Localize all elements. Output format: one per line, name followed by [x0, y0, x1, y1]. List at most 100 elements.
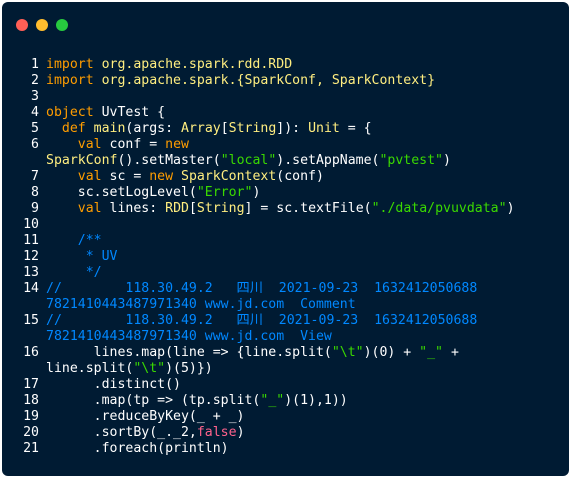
minimize-window-icon[interactable] [36, 19, 48, 31]
code-token: ] = sc.textFile( [244, 201, 372, 216]
code-line: 18 .map(tp => (tp.split("_")(1),1)) [2, 393, 569, 409]
code-token: "pvtest" [379, 153, 444, 168]
line-number: 19 [23, 409, 39, 424]
code-line: 3 [2, 89, 569, 105]
code-text: .sortBy(_._2,false) [46, 425, 245, 441]
line-number: 17 [23, 377, 39, 392]
code-line: 19 .reduceByKey(_ + _) [2, 409, 569, 425]
code-token: false [196, 425, 237, 440]
line-number: 2 [31, 73, 39, 88]
code-token: ) [443, 153, 451, 168]
code-token: "local" [220, 153, 277, 168]
code-token: /** [46, 233, 102, 248]
code-text-continuation: 7821410443487971340 www.jd.com View [46, 329, 332, 345]
code-line: 2 import org.apache.spark.{SparkConf, Spa… [2, 73, 569, 89]
code-text: val conf = new [46, 137, 189, 153]
line-number: 6 [31, 137, 39, 152]
code-line: 9 val lines: RDD[String] = sc.textFile("… [2, 201, 569, 217]
code-token: ]): [276, 121, 309, 136]
code-token: "\t" [133, 361, 166, 376]
code-token: lines.map(line => {line.split( [46, 345, 332, 360]
code-text: // 118.30.49.2 四川 2021-09-23 16324120506… [46, 313, 477, 329]
code-line: 6 val conf = new SparkConf().setMaster("l… [2, 137, 569, 169]
code-token: ) [252, 185, 261, 200]
code-block: 1 import org.apache.spark.rdd.RDD 2 import … [2, 57, 569, 457]
line-number: 12 [23, 249, 39, 264]
code-token: sc = [101, 169, 150, 184]
code-line: 10 [2, 217, 569, 233]
code-token: SparkConf [46, 153, 118, 168]
code-token: 7821410443487971340 www.jd.com Comment [46, 297, 356, 312]
code-token: "_" [260, 393, 285, 408]
code-text: import org.apache.spark.rdd.RDD [46, 57, 292, 73]
line-number: 20 [23, 425, 39, 440]
code-token: [ [188, 201, 197, 216]
line-number: 15 [23, 313, 39, 328]
code-line: 16 lines.map(line => {line.split("\t")(0… [2, 345, 569, 377]
code-line: 1 import org.apache.spark.rdd.RDD [2, 57, 569, 73]
code-token: conf = [101, 137, 166, 152]
code-text: .foreach(println) [46, 441, 229, 457]
line-number: 16 [23, 345, 39, 360]
code-token: "./data/pvuvdata" [371, 201, 507, 216]
code-text-continuation: line.split("\t")(5)}) [46, 361, 213, 377]
code-line: 17 .distinct() [2, 377, 569, 393]
code-text: import org.apache.spark.{SparkConf, Spar… [46, 73, 435, 89]
code-text: object UvTest { [46, 105, 165, 121]
line-number: 10 [23, 217, 39, 232]
code-text: // 118.30.49.2 四川 2021-09-23 16324120506… [46, 281, 477, 297]
code-token: String [228, 121, 277, 136]
code-token: (args: [125, 121, 181, 136]
code-token: .distinct() [46, 377, 181, 392]
line-number: 21 [23, 441, 39, 456]
code-token: [ [220, 121, 229, 136]
code-token: ().setMaster( [117, 153, 221, 168]
code-token: .foreach(println) [46, 441, 229, 456]
line-number: 7 [31, 169, 39, 184]
code-text: def main(args: Array[String]): Unit = { [46, 121, 372, 137]
code-token: def [61, 121, 86, 136]
code-token: org.apache.spark.{SparkConf, SparkContex… [93, 73, 436, 88]
code-window: 1 import org.apache.spark.rdd.RDD 2 import … [2, 2, 569, 476]
code-token: ).setAppName( [276, 153, 380, 168]
code-token: sc.setLogLevel( [46, 185, 197, 200]
close-window-icon[interactable] [16, 19, 28, 31]
line-number: 9 [31, 201, 39, 216]
code-token: Array [181, 121, 221, 136]
line-number: 8 [31, 185, 39, 200]
code-text: sc.setLogLevel("Error") [46, 185, 261, 201]
code-line: 8 sc.setLogLevel("Error") [2, 185, 569, 201]
code-text: .reduceByKey(_ + _) [46, 409, 245, 425]
code-line: 15 // 118.30.49.2 四川 2021-09-23 163241205… [2, 313, 569, 345]
code-token: ) [236, 425, 245, 440]
code-token: ) [506, 201, 515, 216]
code-token: .sortBy(_._2, [46, 425, 197, 440]
code-token: * UV [46, 249, 118, 264]
line-number: 3 [31, 89, 39, 104]
code-token: )(1),1)) [284, 393, 348, 408]
code-line: 4 object UvTest { [2, 105, 569, 121]
line-number: 4 [31, 105, 39, 120]
code-token: SparkContext [173, 169, 277, 184]
code-text: * UV [46, 249, 118, 265]
code-token: object [46, 105, 94, 120]
code-token: val [77, 201, 102, 216]
code-token: import [46, 57, 94, 72]
line-number: 14 [23, 281, 39, 296]
code-token: new [149, 169, 174, 184]
code-token: line.split( [46, 361, 134, 376]
code-text: val sc = new SparkContext(conf) [46, 169, 324, 185]
code-token: val [77, 169, 102, 184]
code-token: // 118.30.49.2 四川 2021-09-23 16324120506… [46, 313, 478, 328]
code-text: .distinct() [46, 377, 181, 393]
code-token: )(0) + [363, 345, 420, 360]
maximize-window-icon[interactable] [56, 19, 68, 31]
code-token: org.apache.spark.rdd.RDD [93, 57, 293, 72]
code-token: // 118.30.49.2 四川 2021-09-23 16324120506… [46, 281, 478, 296]
line-number: 18 [23, 393, 39, 408]
code-line: 5 def main(args: Array[String]): Unit = … [2, 121, 569, 137]
code-token: "\t" [331, 345, 364, 360]
code-text: /** [46, 233, 102, 249]
